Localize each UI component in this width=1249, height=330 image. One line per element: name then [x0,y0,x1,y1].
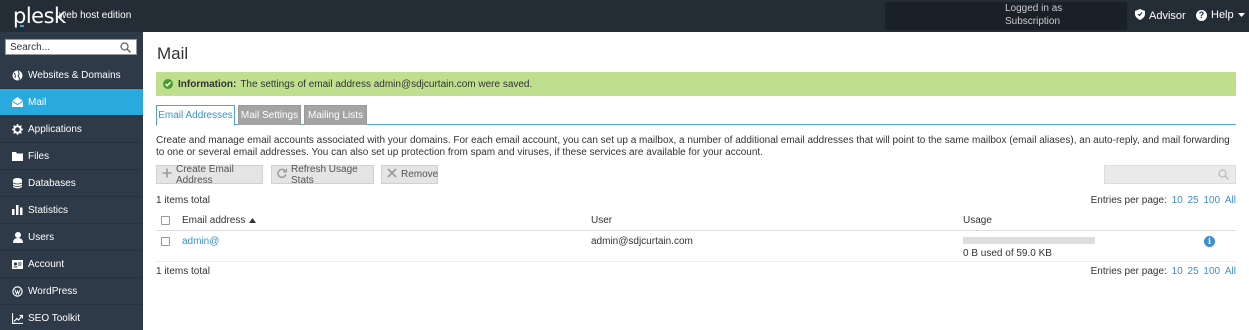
column-user: User [591,215,613,226]
create-email-button[interactable]: Create Email Address [156,163,263,186]
sidebar-item-databases[interactable]: Databases [0,170,143,197]
info-label: Information: [178,78,237,90]
bar-chart-icon [12,205,23,216]
column-email-address[interactable]: Email address [182,215,257,226]
sidebar-item-label: WordPress [28,285,78,297]
info-text: The settings of email address admin@sdjc… [240,78,533,90]
globe-icon [12,70,23,81]
entries-option-100[interactable]: 100 [1203,266,1220,277]
sort-asc-icon [249,215,257,226]
refresh-usage-button[interactable]: Refresh Usage Stats [271,163,374,186]
help-label: Help [1211,9,1234,21]
entries-label: Entries per page: [1090,195,1167,206]
create-email-label: Create Email Address [176,163,234,186]
refresh-icon [277,168,288,181]
subscription-label[interactable]: Subscription [1005,16,1060,27]
page-title: Mail [157,44,189,63]
mail-icon [12,97,23,108]
sidebar-item-wordpress[interactable]: WordPress [0,278,143,305]
sidebar-item-applications[interactable]: Applications [0,116,143,143]
sidebar-item-label: Databases [28,177,76,189]
info-message: Information: The settings of email addre… [156,72,1236,96]
id-card-icon [12,259,23,270]
search-input[interactable] [6,40,116,54]
tab-bar: Email Addresses Mail Settings Mailing Li… [156,105,1236,126]
remove-icon [387,168,397,181]
column-email-label: Email address [182,215,246,226]
entries-option-100[interactable]: 100 [1203,195,1220,206]
search-icon[interactable] [120,42,132,56]
table-header: Email address User Usage [156,213,1236,231]
list-search-field[interactable] [1104,165,1236,184]
wordpress-icon [12,285,23,297]
logo-accent [20,25,24,27]
entries-option-25[interactable]: 25 [1188,195,1199,206]
items-total-top: 1 items total [156,195,210,206]
check-icon [163,79,173,89]
plus-icon [162,168,172,181]
entries-option-all[interactable]: All [1225,195,1236,206]
advisor-label: Advisor [1149,10,1186,22]
edition-label: web host edition [59,10,132,21]
remove-button[interactable]: Remove [381,165,438,184]
sidebar-item-account[interactable]: Account [0,251,143,278]
email-address-link[interactable]: admin@ [182,236,219,247]
tab-email-addresses[interactable]: Email Addresses [156,105,235,126]
entries-label: Entries per page: [1090,266,1167,277]
sidebar-item-statistics[interactable]: Statistics [0,197,143,224]
advisor-button[interactable]: Advisor [1135,9,1186,23]
usage-bar [963,237,1095,244]
user-icon [12,231,23,243]
sidebar-item-label: Account [28,258,65,270]
top-bar: plesk web host edition Logged in as Subs… [0,0,1249,32]
select-all-checkbox[interactable] [161,216,170,225]
sidebar-item-websites-domains[interactable]: Websites & Domains [0,62,143,89]
sidebar-item-label: Files [28,150,50,162]
sidebar-item-label: Statistics [28,204,69,216]
tab-mail-settings[interactable]: Mail Settings [238,105,301,125]
logged-in-label: Logged in as [1005,3,1063,14]
sidebar-item-files[interactable]: Files [0,143,143,170]
question-icon: ? [1196,9,1207,21]
search-icon[interactable] [1218,169,1230,183]
tab-mailing-lists[interactable]: Mailing Lists [304,105,367,125]
help-menu[interactable]: ? Help [1196,9,1245,21]
page-description: Create and manage email accounts associa… [156,135,1230,158]
refresh-usage-label: Refresh Usage Stats [291,163,358,186]
entries-option-10[interactable]: 10 [1172,195,1183,206]
folder-icon [12,151,23,162]
user-cell: admin@sdjcurtain.com [591,236,693,247]
gear-icon [12,123,23,135]
info-icon[interactable]: i [1204,236,1215,247]
usage-text: 0 B used of 59.0 KB [963,248,1052,259]
remove-label: Remove [401,169,439,180]
shield-icon [1135,9,1145,23]
sidebar-search [5,39,137,55]
sidebar: Websites & Domains Mail Applications Fil… [0,32,143,330]
caret-down-icon [1237,9,1245,21]
table-row: admin@ admin@sdjcurtain.com 0 B used of … [156,232,1236,262]
sidebar-item-label: Websites & Domains [28,69,121,81]
entries-per-page-top: Entries per page: 10 25 100 All [1091,195,1236,206]
sidebar-item-label: SEO Toolkit [28,312,81,324]
sidebar-item-seo-toolkit[interactable]: SEO Toolkit [0,305,143,330]
items-total-bottom: 1 items total [156,266,210,277]
sidebar-nav: Websites & Domains Mail Applications Fil… [0,62,143,330]
column-usage: Usage [963,215,992,226]
trend-icon [12,312,23,324]
sidebar-item-label: Applications [28,123,82,135]
entries-option-all[interactable]: All [1225,266,1236,277]
entries-option-25[interactable]: 25 [1188,266,1199,277]
sidebar-item-users[interactable]: Users [0,224,143,251]
sidebar-item-label: Users [28,231,55,243]
sidebar-item-label: Mail [28,96,47,108]
entries-option-10[interactable]: 10 [1172,266,1183,277]
sidebar-item-mail[interactable]: Mail [0,89,143,116]
entries-per-page-bottom: Entries per page: 10 25 100 All [1091,266,1236,277]
database-icon [12,177,23,189]
row-checkbox[interactable] [161,237,170,246]
